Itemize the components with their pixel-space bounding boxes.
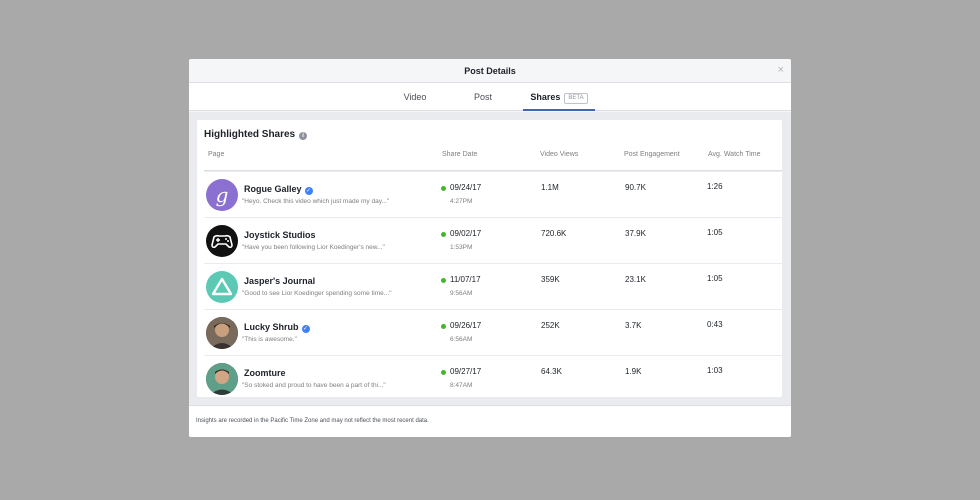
column-header-post-engagement[interactable]: Post Engagement (624, 151, 680, 158)
person-avatar-icon[interactable] (206, 317, 238, 349)
post-engagement: 37.9K (625, 229, 646, 238)
share-time: 1:53PM (450, 244, 473, 251)
verified-badge-icon: ✓ (301, 325, 310, 333)
table-row[interactable]: Lucky Shrub ✓ "This is awesome." 09/26/17… (204, 309, 782, 355)
tab-shares[interactable]: Shares BETA (523, 83, 595, 111)
video-views: 64.3K (541, 367, 562, 376)
page-name[interactable]: Joystick Studios (244, 230, 316, 240)
post-engagement: 23.1K (625, 275, 646, 284)
share-quote: "Have you been following Lior Koedinger'… (242, 244, 385, 251)
page-name-text[interactable]: Lucky Shrub (244, 322, 299, 332)
video-views: 1.1M (541, 183, 559, 192)
page-name-text[interactable]: Joystick Studios (244, 230, 316, 240)
column-header-page: Page (208, 151, 225, 158)
share-time: 6:56AM (450, 336, 473, 343)
share-quote: "Good to see Lior Koedinger spending som… (242, 290, 392, 297)
info-icon[interactable]: i (299, 132, 308, 140)
page-name-text[interactable]: Jasper's Journal (244, 276, 315, 286)
page-name[interactable]: Zoomture (244, 368, 286, 378)
share-quote: "Heyo. Check this video which just made … (242, 198, 390, 205)
svg-text:g: g (216, 183, 229, 207)
footer-note: Insights are recorded in the Pacific Tim… (196, 418, 429, 424)
table-row[interactable]: g Rogue Galley ✓ "Heyo. Check this video … (204, 171, 782, 217)
page-name[interactable]: Rogue Galley ✓ (244, 184, 313, 195)
video-views: 252K (541, 321, 560, 330)
avg-watch-time: 1:05 (707, 274, 723, 283)
tab-bar: Video Post Shares BETA (189, 83, 791, 111)
status-dot-icon (441, 232, 446, 237)
gamepad-logo-icon[interactable] (206, 225, 238, 257)
video-views: 720.6K (541, 229, 567, 238)
avg-watch-time: 0:43 (707, 320, 723, 329)
table-row[interactable]: Joystick Studios "Have you been followin… (204, 217, 782, 263)
status-dot-icon (441, 324, 446, 329)
share-date: 09/26/17 (450, 321, 482, 330)
modal-title: Post Details (464, 66, 516, 76)
page-name-text[interactable]: Zoomture (244, 368, 286, 378)
share-quote: "So stoked and proud to have been a part… (242, 382, 386, 389)
post-details-modal: Post Details × Video Post Shares BETA Hig… (189, 59, 791, 437)
close-icon[interactable]: × (778, 64, 784, 76)
page-name[interactable]: Lucky Shrub ✓ (244, 322, 310, 333)
status-dot-icon (441, 278, 446, 283)
post-engagement: 90.7K (625, 183, 646, 192)
page-name[interactable]: Jasper's Journal (244, 276, 315, 286)
avg-watch-time: 1:26 (707, 182, 723, 191)
share-time: 8:47AM (450, 382, 473, 389)
panel-title: Highlighted Shares i (204, 129, 308, 140)
page-name-text[interactable]: Rogue Galley (244, 184, 302, 194)
avg-watch-time: 1:03 (707, 366, 723, 375)
column-header-share-date[interactable]: Share Date (442, 151, 477, 158)
share-time: 9:56AM (450, 290, 473, 297)
tab-post[interactable]: Post (467, 83, 499, 111)
column-header-avg-watch-time[interactable]: Avg. Watch Time (708, 151, 761, 158)
share-date: 09/27/17 (450, 367, 482, 376)
modal-header: Post Details × (189, 59, 791, 83)
share-time: 4:27PM (450, 198, 473, 205)
share-date: 09/02/17 (450, 229, 482, 238)
triangle-logo-icon[interactable] (206, 271, 238, 303)
tab-shares-label: Shares (530, 92, 561, 102)
verified-badge-icon: ✓ (304, 187, 313, 195)
tab-video[interactable]: Video (395, 83, 435, 111)
post-engagement: 1.9K (625, 367, 642, 376)
share-quote: "This is awesome." (242, 336, 297, 343)
person-avatar-icon[interactable] (206, 363, 238, 395)
status-dot-icon (441, 186, 446, 191)
share-date: 11/07/17 (450, 275, 481, 284)
beta-badge: BETA (564, 93, 588, 104)
column-header-video-views[interactable]: Video Views (540, 151, 578, 158)
table-row[interactable]: Zoomture "So stoked and proud to have be… (204, 355, 782, 401)
avg-watch-time: 1:05 (707, 228, 723, 237)
table-row[interactable]: Jasper's Journal "Good to see Lior Koedi… (204, 263, 782, 309)
video-views: 359K (541, 275, 560, 284)
panel-title-text: Highlighted Shares (204, 129, 296, 140)
content-area: Highlighted Shares i Page Share Date Vide… (189, 112, 791, 405)
post-engagement: 3.7K (625, 321, 642, 330)
script-g-logo-icon[interactable]: g (206, 179, 238, 211)
status-dot-icon (441, 370, 446, 375)
modal-footer: Insights are recorded in the Pacific Tim… (189, 405, 791, 437)
share-date: 09/24/17 (450, 183, 482, 192)
highlighted-shares-panel: Highlighted Shares i Page Share Date Vide… (197, 120, 782, 397)
